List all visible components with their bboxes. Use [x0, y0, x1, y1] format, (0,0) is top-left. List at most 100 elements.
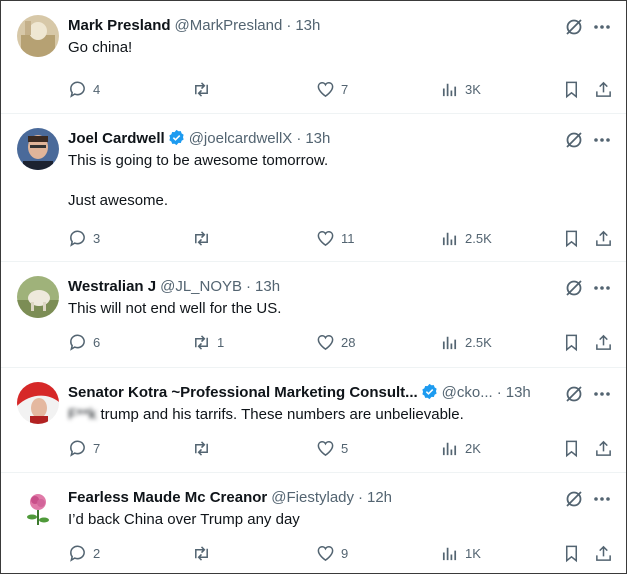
timestamp[interactable]: 13h [255, 278, 280, 295]
like-button[interactable]: 28 [316, 332, 355, 352]
display-name[interactable]: Westralian J [68, 278, 156, 295]
verified-badge-icon [169, 129, 184, 146]
view-count: 2.5K [465, 230, 492, 246]
separator-dot: · [246, 278, 252, 295]
user-handle[interactable]: @Fiestylady [271, 489, 354, 506]
like-count: 11 [341, 230, 355, 246]
share-icon [596, 334, 611, 350]
view-count: 3K [465, 81, 481, 97]
more-icon[interactable] [592, 130, 612, 150]
bookmark-icon [565, 545, 578, 562]
share-button[interactable] [594, 543, 613, 563]
user-handle[interactable]: @MarkPresland [175, 17, 283, 34]
more-icon[interactable] [592, 17, 612, 37]
share-button[interactable] [594, 79, 613, 99]
view-count: 2K [465, 440, 481, 456]
share-button[interactable] [594, 332, 613, 352]
grok-icon[interactable] [564, 17, 584, 37]
more-icon[interactable] [592, 278, 612, 298]
tweet-text: This will not end well for the US. [68, 300, 282, 317]
retweet-button[interactable] [192, 228, 217, 248]
retweet-icon [195, 230, 208, 246]
display-name[interactable]: Senator Kotra ~Professional Marketing Co… [68, 384, 418, 401]
like-button[interactable]: 7 [316, 79, 348, 99]
reply-count: 6 [93, 334, 101, 350]
views-button[interactable]: 2.5K [440, 228, 492, 248]
grok-icon[interactable] [564, 489, 584, 509]
reply-icon [70, 440, 85, 457]
timestamp[interactable]: 13h [305, 130, 330, 147]
timeline: Mark Presland @MarkPresland · 13h Go china!… [0, 0, 627, 574]
heart-icon [317, 545, 334, 561]
share-button[interactable] [594, 438, 613, 458]
like-button[interactable]: 11 [316, 228, 355, 248]
display-name[interactable]: Joel Cardwell [68, 130, 165, 147]
separator-dot: · [296, 130, 302, 147]
retweet-button[interactable] [192, 79, 217, 99]
user-handle[interactable]: @joelcardwellX [189, 130, 293, 147]
more-icon[interactable] [592, 489, 612, 509]
action-bar: 4 7 3K [68, 79, 618, 99]
user-handle[interactable]: @JL_NOYB [160, 278, 242, 295]
heart-icon [317, 81, 334, 97]
tweet[interactable]: Mark Presland @MarkPresland · 13h Go china!… [1, 1, 626, 114]
bookmark-button[interactable] [562, 543, 581, 563]
views-button[interactable]: 2.5K [440, 332, 492, 352]
views-button[interactable]: 2K [440, 438, 481, 458]
avatar[interactable] [17, 128, 59, 170]
tweet-header: Joel Cardwell @joelcardwellX · 13h [68, 129, 330, 149]
retweet-button[interactable]: 1 [192, 332, 224, 352]
tweet-header: Fearless Maude Mc Creanor @Fiestylady · 12h [68, 488, 392, 508]
retweet-icon [195, 545, 208, 561]
retweet-count: 1 [217, 334, 225, 350]
share-icon [596, 81, 611, 97]
display-name[interactable]: Fearless Maude Mc Creanor [68, 489, 267, 506]
retweet-icon [195, 81, 208, 97]
timestamp[interactable]: 13h [506, 384, 531, 401]
reply-button[interactable]: 2 [68, 543, 100, 563]
avatar[interactable] [17, 487, 59, 529]
grok-icon[interactable] [564, 130, 584, 150]
reply-button[interactable]: 3 [68, 228, 100, 248]
view-count: 2.5K [465, 334, 492, 350]
tweet[interactable]: Westralian J @JL_NOYB · 13h This will not e… [1, 262, 626, 368]
timestamp[interactable]: 13h [295, 17, 320, 34]
retweet-button[interactable] [192, 438, 217, 458]
reply-button[interactable]: 4 [68, 79, 100, 99]
share-button[interactable] [594, 228, 613, 248]
tweet[interactable]: Senator Kotra ~Professional Marketing Co… [1, 368, 626, 473]
views-button[interactable]: 3K [440, 79, 481, 99]
like-button[interactable]: 5 [316, 438, 348, 458]
action-bar: 6 1 28 2.5K [68, 332, 618, 352]
action-bar: 7 5 2K [68, 438, 618, 458]
share-icon [596, 545, 611, 561]
views-icon [442, 83, 457, 96]
views-button[interactable]: 1K [440, 543, 481, 563]
grok-icon[interactable] [564, 384, 584, 404]
bookmark-button[interactable] [562, 332, 581, 352]
tweet[interactable]: Fearless Maude Mc Creanor @Fiestylady · 12h… [1, 473, 626, 573]
reply-button[interactable]: 7 [68, 438, 100, 458]
avatar[interactable] [17, 382, 59, 424]
bookmark-button[interactable] [562, 79, 581, 99]
share-icon [596, 230, 611, 246]
tweet[interactable]: Joel Cardwell @joelcardwellX · 13h This is … [1, 114, 626, 262]
avatar[interactable] [17, 276, 59, 318]
display-name[interactable]: Mark Presland [68, 17, 171, 34]
user-handle[interactable]: @cko... [442, 384, 493, 401]
share-icon [596, 440, 611, 456]
tweet-text: F**k trump and his tarrifs. These number… [68, 405, 464, 425]
avatar[interactable] [17, 15, 59, 57]
like-count: 9 [341, 545, 349, 561]
reply-icon [70, 230, 85, 247]
more-icon[interactable] [592, 384, 612, 404]
like-button[interactable]: 9 [316, 543, 348, 563]
retweet-icon [195, 440, 208, 456]
retweet-button[interactable] [192, 543, 217, 563]
bookmark-button[interactable] [562, 228, 581, 248]
grok-icon[interactable] [564, 278, 584, 298]
reply-button[interactable]: 6 [68, 332, 100, 352]
bookmark-icon [565, 440, 578, 457]
timestamp[interactable]: 12h [367, 489, 392, 506]
bookmark-button[interactable] [562, 438, 581, 458]
